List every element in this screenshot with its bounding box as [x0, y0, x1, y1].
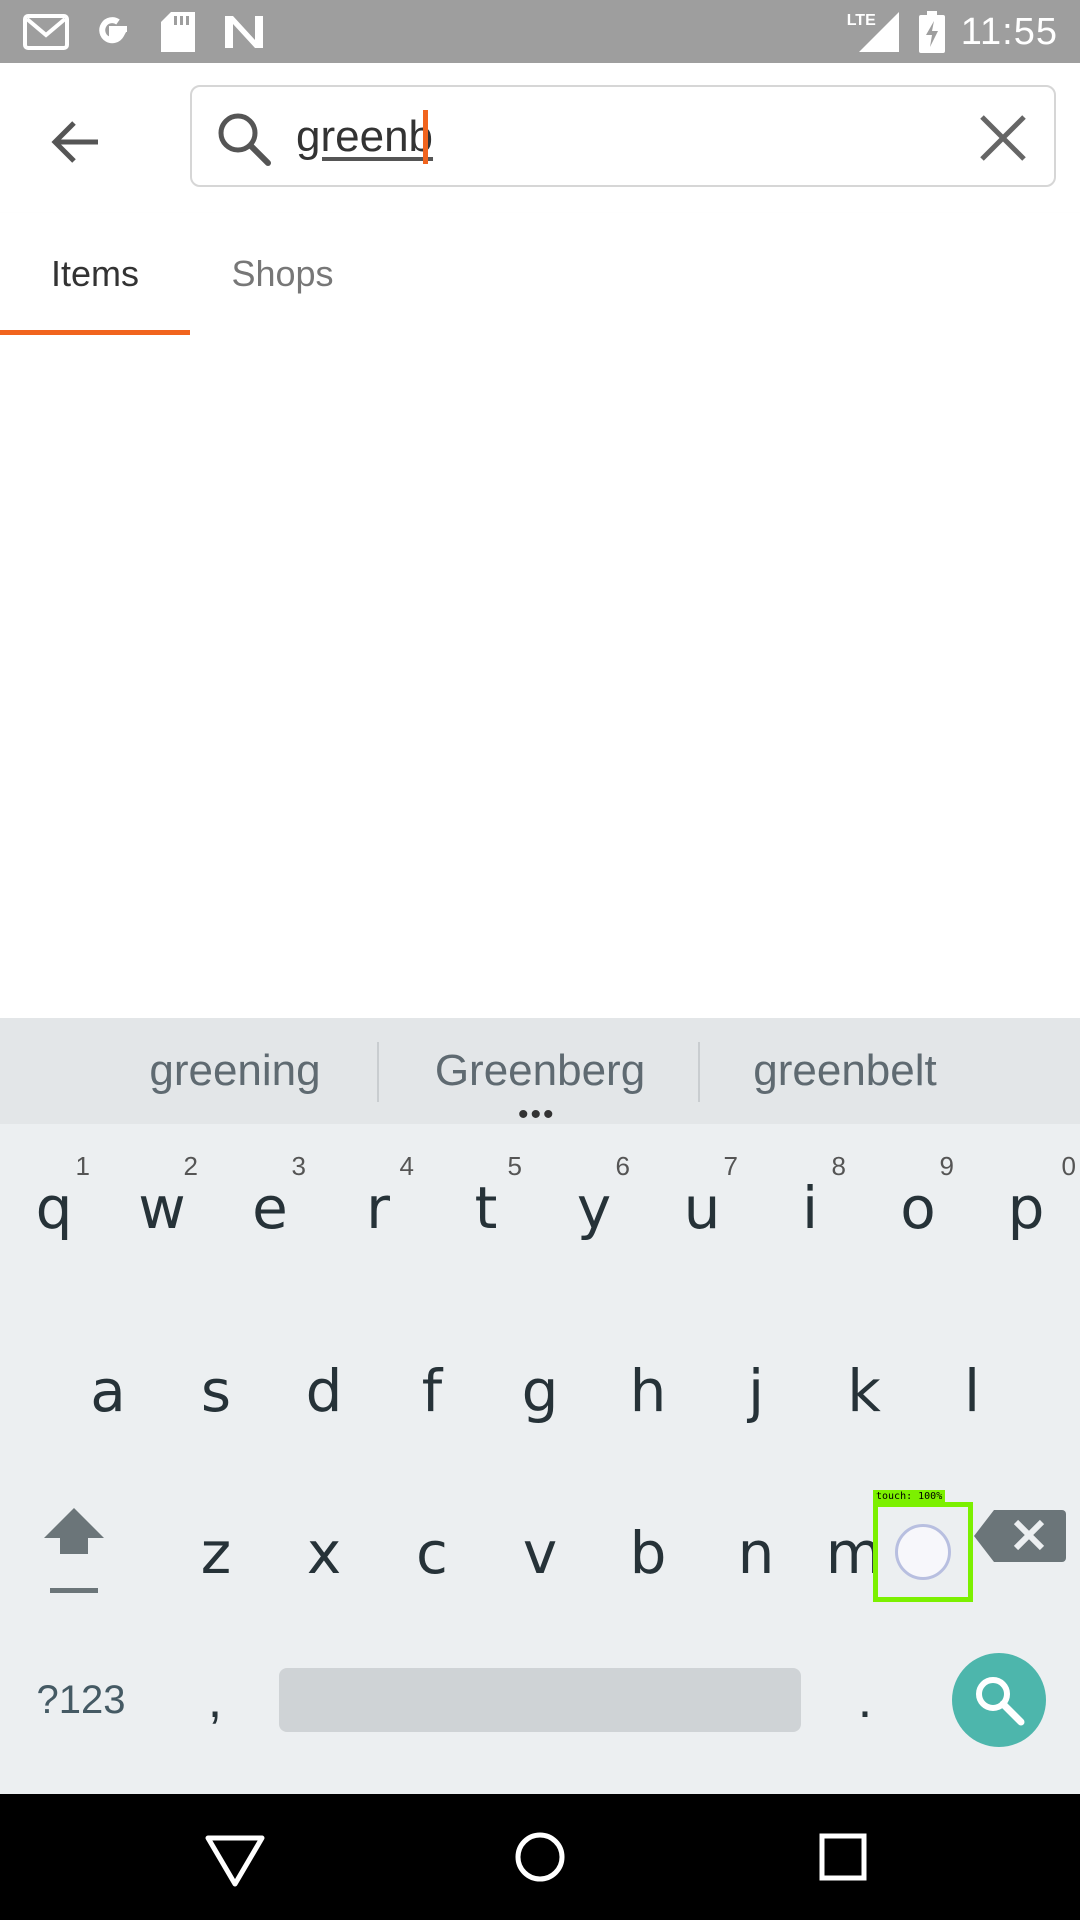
suggestion-1[interactable]: greening	[100, 1018, 370, 1124]
clock: 11:55	[960, 10, 1058, 53]
suggestion-divider	[377, 1042, 379, 1102]
search-icon	[976, 1677, 1025, 1726]
tab-shops[interactable]: Shops	[190, 213, 375, 335]
key-h[interactable]: h	[594, 1316, 702, 1466]
backspace-icon	[974, 1510, 1066, 1562]
key-c[interactable]: c	[378, 1478, 486, 1628]
key-o[interactable]: o9	[864, 1133, 972, 1283]
search-header: greenb	[0, 63, 1080, 213]
tab-bar: Items Shops	[0, 213, 1080, 335]
key-q[interactable]: q1	[0, 1133, 108, 1283]
search-action-button[interactable]	[952, 1653, 1046, 1747]
shift-icon	[44, 1508, 104, 1593]
key-i[interactable]: i8	[756, 1133, 864, 1283]
key-r[interactable]: r4	[324, 1133, 432, 1283]
period-key[interactable]: .	[820, 1650, 910, 1750]
shift-key[interactable]	[28, 1498, 128, 1608]
key-j[interactable]: j	[702, 1316, 810, 1466]
search-icon	[218, 113, 271, 166]
status-bar: LTE 11:55	[0, 0, 1080, 63]
key-z[interactable]: z	[162, 1478, 270, 1628]
key-s[interactable]: s	[162, 1316, 270, 1466]
tab-items[interactable]: Items	[0, 213, 190, 335]
signal-icon: LTE	[847, 10, 903, 54]
key-p[interactable]: p0	[972, 1133, 1080, 1283]
space-key[interactable]	[279, 1668, 801, 1732]
nav-recents-icon[interactable]	[808, 1822, 878, 1892]
key-d[interactable]: d	[270, 1316, 378, 1466]
gmail-icon	[22, 10, 70, 54]
suggestion-strip: greening Greenberg greenbelt •••	[0, 1018, 1080, 1130]
google-icon	[88, 10, 136, 54]
battery-charging-icon	[917, 10, 947, 54]
key-l[interactable]: l	[918, 1316, 1026, 1466]
key-x[interactable]: x	[270, 1478, 378, 1628]
search-input[interactable]: greenb	[296, 105, 433, 169]
key-t[interactable]: t5	[432, 1133, 540, 1283]
arrow-back-icon	[51, 121, 98, 163]
network-label: LTE	[846, 12, 876, 29]
nav-back-icon[interactable]	[200, 1822, 270, 1892]
touch-point	[895, 1524, 951, 1580]
key-f[interactable]: f	[378, 1316, 486, 1466]
results-area	[0, 335, 1080, 1018]
key-v[interactable]: v	[486, 1478, 594, 1628]
back-button[interactable]	[38, 105, 112, 179]
suggestion-3[interactable]: greenbelt	[700, 1018, 990, 1124]
key-b[interactable]: b	[594, 1478, 702, 1628]
comma-key[interactable]: ,	[170, 1650, 260, 1750]
nav-home-icon[interactable]	[505, 1822, 575, 1892]
navigation-bar	[0, 1794, 1080, 1920]
backspace-key[interactable]	[972, 1508, 1066, 1564]
key-y[interactable]: y6	[540, 1133, 648, 1283]
symbols-key[interactable]: ?123	[20, 1660, 142, 1740]
key-g[interactable]: g	[486, 1316, 594, 1466]
text-cursor	[423, 110, 428, 164]
more-suggestions-icon[interactable]: •••	[518, 1100, 556, 1130]
n-icon	[220, 10, 268, 54]
search-field[interactable]: greenb	[190, 85, 1056, 187]
key-n[interactable]: n	[702, 1478, 810, 1628]
close-icon[interactable]	[974, 109, 1032, 167]
key-k[interactable]: k	[810, 1316, 918, 1466]
sd-card-icon	[154, 10, 202, 54]
key-e[interactable]: e3	[216, 1133, 324, 1283]
key-a[interactable]: a	[54, 1316, 162, 1466]
key-w[interactable]: w2	[108, 1133, 216, 1283]
key-u[interactable]: u7	[648, 1133, 756, 1283]
